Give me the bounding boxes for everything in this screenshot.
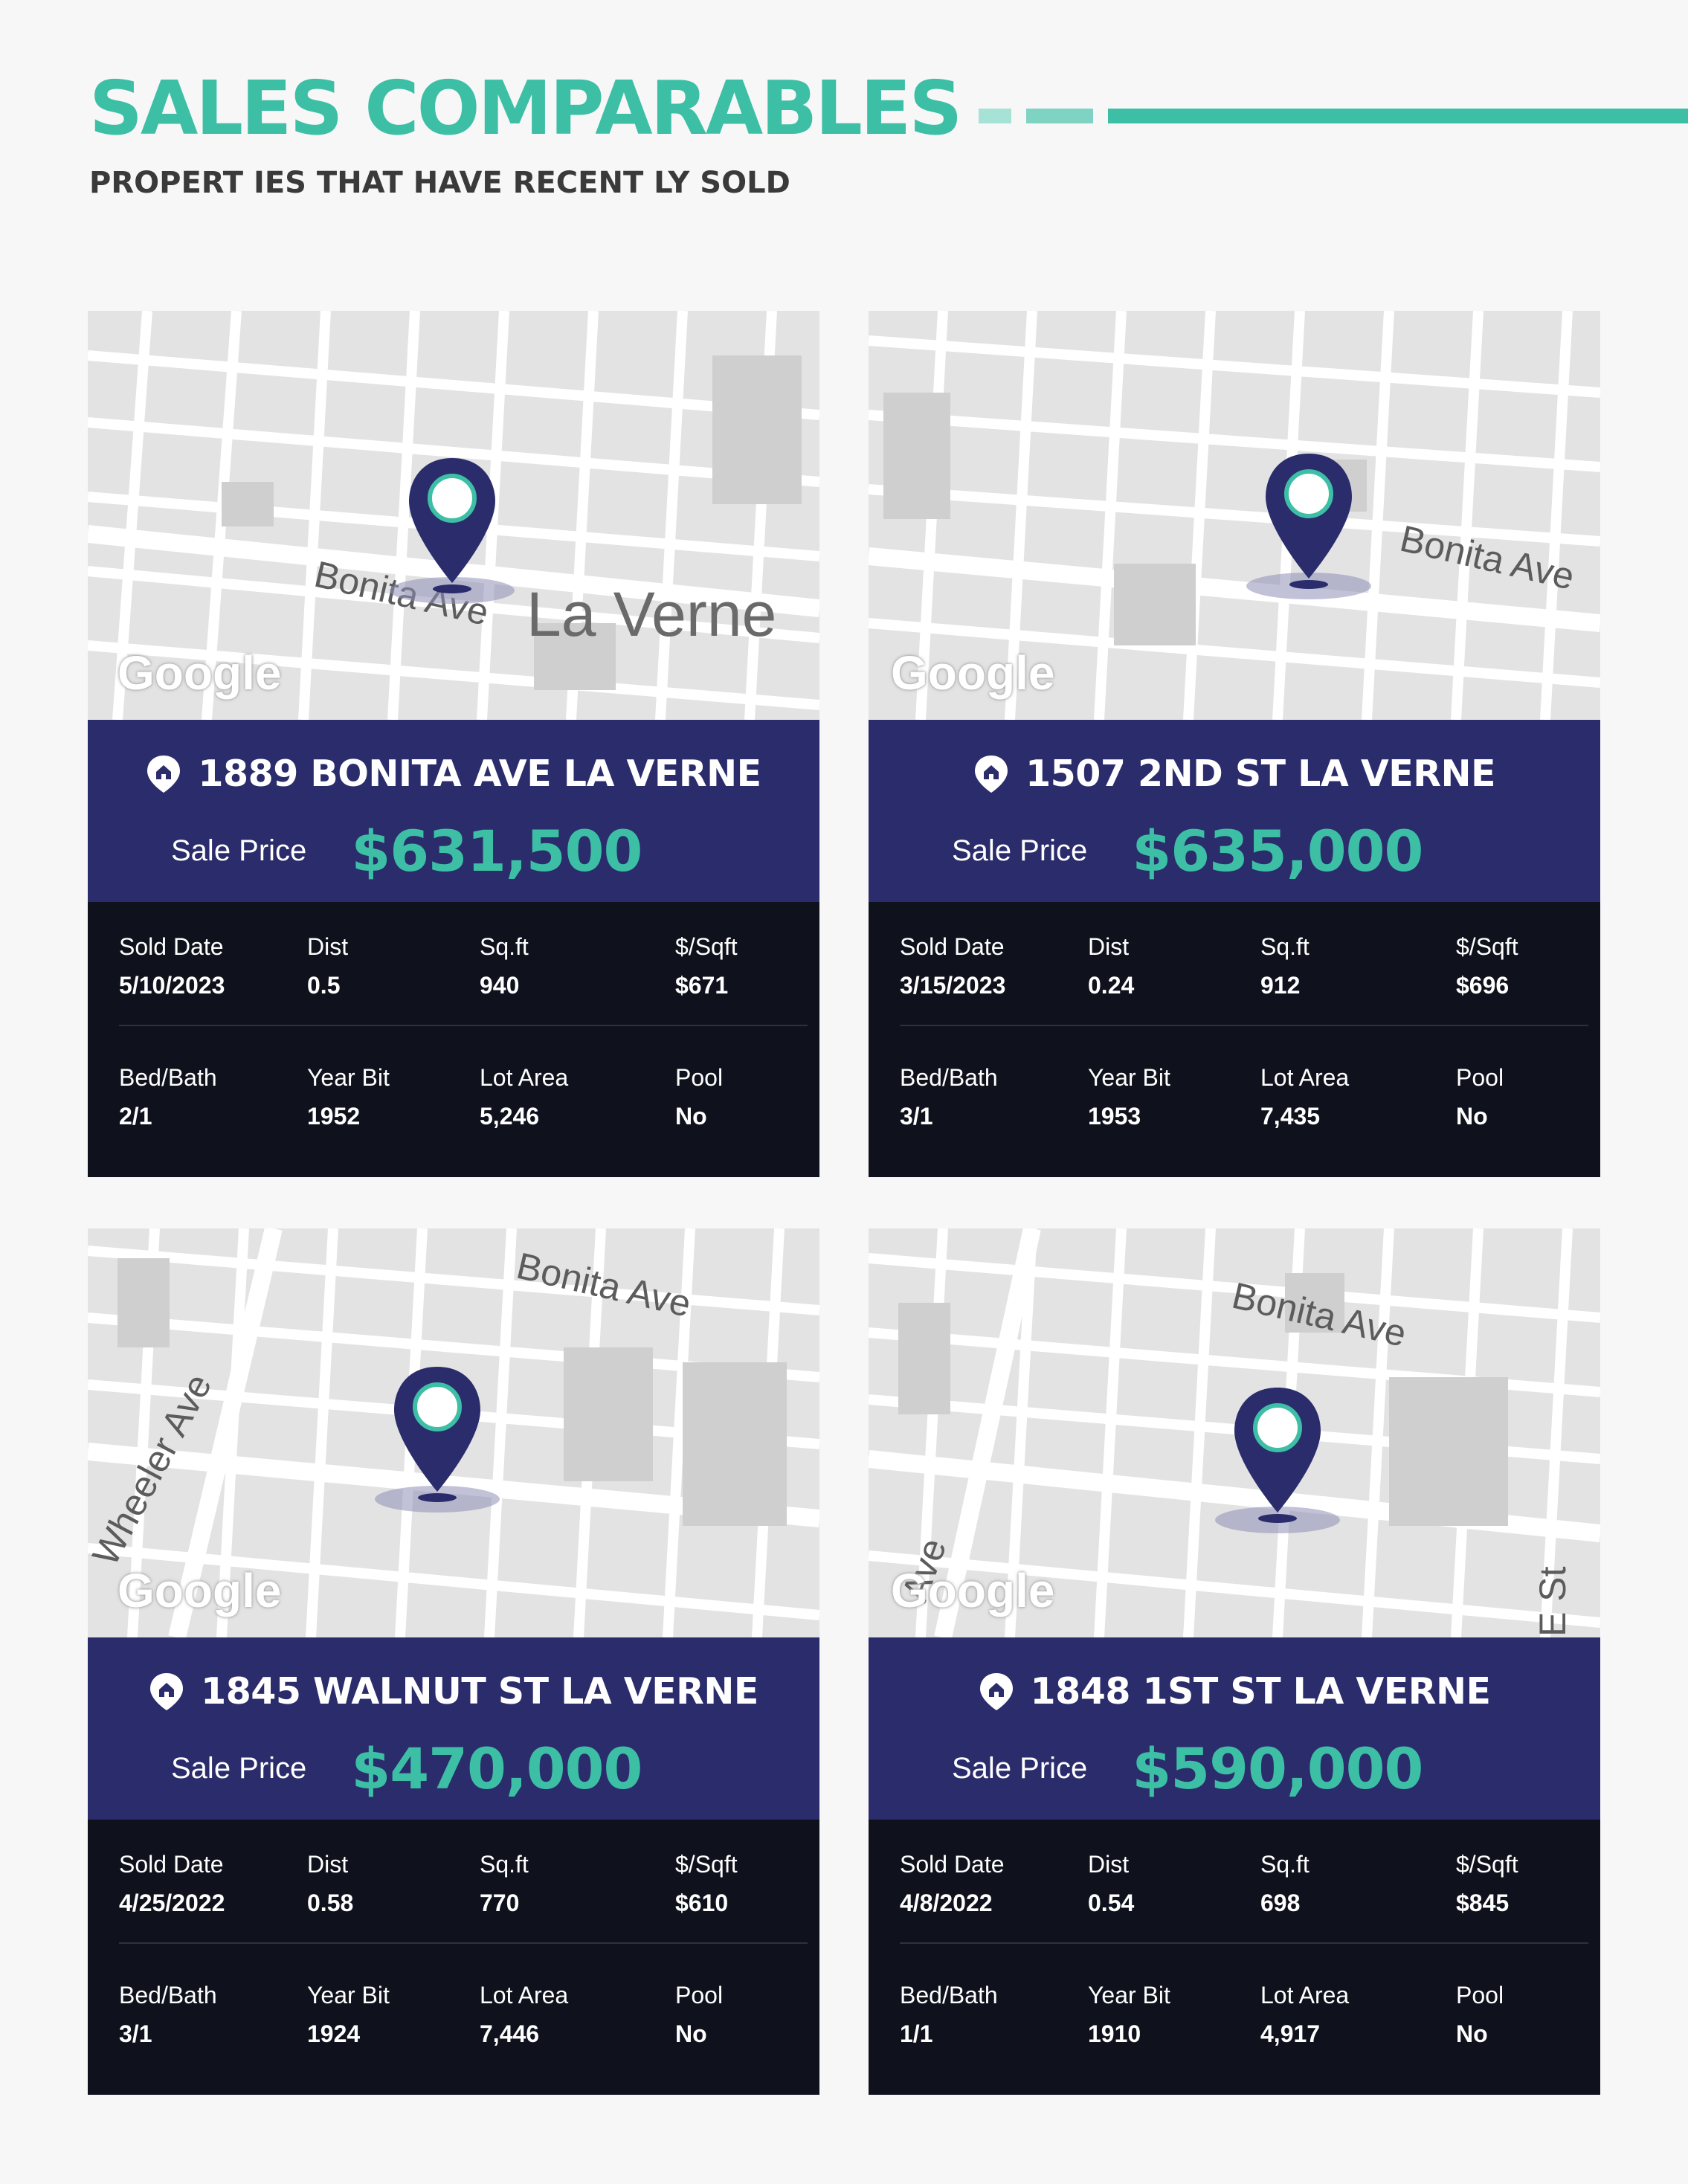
bed-bath: Bed/Bath 3/1 <box>119 1982 217 2047</box>
square-feet: Sq.ft 770 <box>480 1851 529 1916</box>
year-built: Year Bit 1952 <box>307 1064 390 1130</box>
address-band: 1845 WALNUT ST LA VERNE Sale Price $470,… <box>88 1637 819 1820</box>
comparable-card: Bonita Ave Google 1507 2ND ST LA VERNE S… <box>869 311 1600 1177</box>
pool: Pool No <box>1456 1064 1504 1130</box>
property-address: 1507 2ND ST LA VERNE <box>1025 753 1495 795</box>
distance: Dist 0.24 <box>1088 933 1135 999</box>
pool: Pool No <box>675 1064 724 1130</box>
sale-price-label: Sale Price <box>952 1752 1088 1785</box>
year-built: Year Bit 1924 <box>307 1982 390 2047</box>
comparable-card: Bonita Ave Wheeler Ave Google 1845 WALNU… <box>88 1228 819 2095</box>
details-divider <box>900 1025 1588 1026</box>
sold-date: Sold Date 4/8/2022 <box>900 1851 1005 1916</box>
header-accent-dash <box>1026 109 1093 123</box>
google-watermark: Google <box>891 646 1055 700</box>
home-location-icon <box>975 755 1008 793</box>
sale-price-label: Sale Price <box>171 834 307 867</box>
page-title: SALES COMPARABLES <box>89 65 962 152</box>
page-subtitle: PROPERT IES THAT HAVE RECENT LY SOLD <box>89 166 790 200</box>
lot-area: Lot Area 5,246 <box>480 1064 569 1130</box>
square-feet: Sq.ft 698 <box>1260 1851 1310 1916</box>
property-details: Sold Date 4/25/2022 Dist 0.58 Sq.ft 770 $/S… <box>88 1820 819 2095</box>
address-band: 1507 2ND ST LA VERNE Sale Price $635,000 <box>869 720 1600 902</box>
lot-area: Lot Area 7,435 <box>1260 1064 1350 1130</box>
sold-date: Sold Date 3/15/2023 <box>900 933 1006 999</box>
distance: Dist 0.54 <box>1088 1851 1135 1916</box>
price-per-sqft: $/Sqft $845 <box>1456 1851 1518 1916</box>
sale-price-value: $470,000 <box>351 1736 642 1802</box>
sale-price-value: $631,500 <box>351 818 642 884</box>
price-per-sqft: $/Sqft $610 <box>675 1851 738 1916</box>
property-details: Sold Date 5/10/2023 Dist 0.5 Sq.ft 940 $/Sq… <box>88 902 819 1177</box>
property-details: Sold Date 3/15/2023 Dist 0.24 Sq.ft 912 $/S… <box>869 902 1600 1177</box>
property-address: 1848 1ST ST LA VERNE <box>1030 1670 1491 1713</box>
property-address: 1845 WALNUT ST LA VERNE <box>201 1670 758 1713</box>
property-address: 1889 BONITA AVE LA VERNE <box>198 753 761 795</box>
details-divider <box>900 1942 1588 1944</box>
location-map[interactable]: Bonita Ave Google <box>869 311 1600 720</box>
map-city-label: La Verne <box>526 579 777 649</box>
details-divider <box>119 1025 808 1026</box>
lot-area: Lot Area 7,446 <box>480 1982 569 2047</box>
year-built: Year Bit 1953 <box>1088 1064 1170 1130</box>
comparable-card: Bonita Ave Ave E St Google 1848 1ST ST L… <box>869 1228 1600 2095</box>
pool: Pool No <box>1456 1982 1504 2047</box>
location-pin-icon <box>1211 1382 1344 1538</box>
location-pin-icon <box>385 452 519 608</box>
square-feet: Sq.ft 912 <box>1260 933 1310 999</box>
sold-date: Sold Date 5/10/2023 <box>119 933 225 999</box>
bed-bath: Bed/Bath 3/1 <box>900 1064 998 1130</box>
location-map[interactable]: Bonita Ave Wheeler Ave Google <box>88 1228 819 1637</box>
location-pin-icon <box>370 1361 504 1517</box>
google-watermark: Google <box>117 1564 282 1617</box>
sale-price-label: Sale Price <box>171 1752 307 1785</box>
location-map[interactable]: Bonita Ave Ave E St Google <box>869 1228 1600 1637</box>
location-pin-icon <box>1242 448 1376 604</box>
property-details: Sold Date 4/8/2022 Dist 0.54 Sq.ft 698 $/Sq… <box>869 1820 1600 2095</box>
bed-bath: Bed/Bath 2/1 <box>119 1064 217 1130</box>
home-location-icon <box>147 755 181 793</box>
sale-price-value: $590,000 <box>1132 1736 1423 1802</box>
price-per-sqft: $/Sqft $671 <box>675 933 738 999</box>
distance: Dist 0.58 <box>307 1851 354 1916</box>
lot-area: Lot Area 4,917 <box>1260 1982 1350 2047</box>
home-location-icon <box>979 1672 1013 1710</box>
bed-bath: Bed/Bath 1/1 <box>900 1982 998 2047</box>
sale-price-label: Sale Price <box>952 834 1088 867</box>
location-map[interactable]: Bonita Ave La Verne Google <box>88 311 819 720</box>
google-watermark: Google <box>891 1564 1055 1617</box>
year-built: Year Bit 1910 <box>1088 1982 1170 2047</box>
sold-date: Sold Date 4/25/2022 <box>119 1851 225 1916</box>
sale-price-value: $635,000 <box>1132 818 1423 884</box>
square-feet: Sq.ft 940 <box>480 933 529 999</box>
header-accent-line <box>1108 109 1688 123</box>
comparable-card: Bonita Ave La Verne Google 1889 BONITA A… <box>88 311 819 1177</box>
header-accent-dash <box>979 109 1011 123</box>
pool: Pool No <box>675 1982 724 2047</box>
google-watermark: Google <box>117 646 282 700</box>
distance: Dist 0.5 <box>307 933 349 999</box>
address-band: 1848 1ST ST LA VERNE Sale Price $590,000 <box>869 1637 1600 1820</box>
home-location-icon <box>150 1672 184 1710</box>
map-corner-label: E St <box>1532 1566 1573 1637</box>
price-per-sqft: $/Sqft $696 <box>1456 933 1518 999</box>
details-divider <box>119 1942 808 1944</box>
address-band: 1889 BONITA AVE LA VERNE Sale Price $631… <box>88 720 819 902</box>
